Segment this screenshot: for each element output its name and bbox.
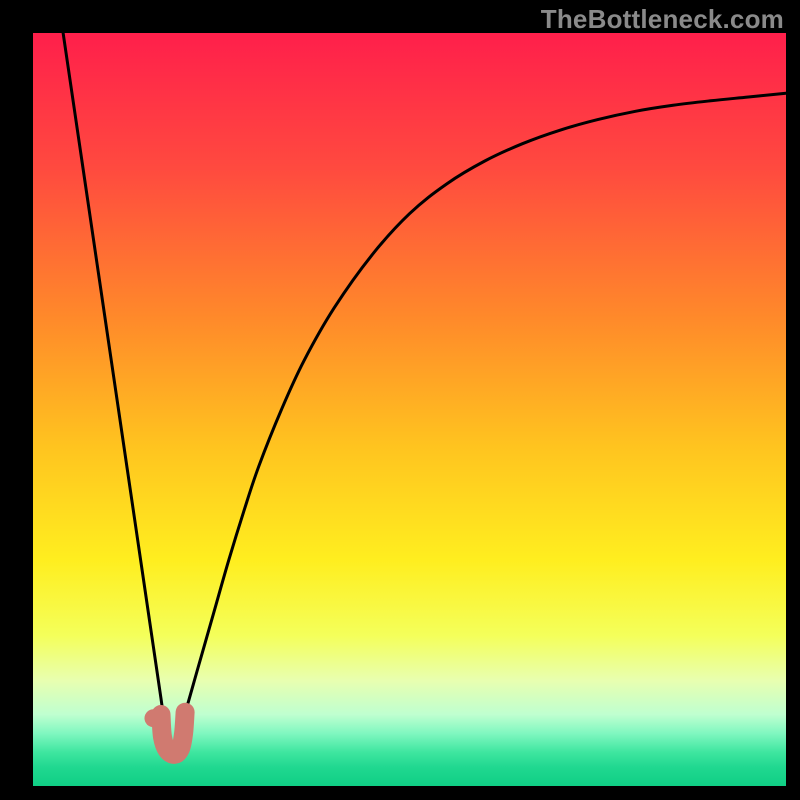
- gradient-background: [33, 33, 786, 786]
- watermark-text: TheBottleneck.com: [541, 4, 784, 35]
- outer-frame: TheBottleneck.com: [0, 0, 800, 800]
- chart-svg: [33, 33, 786, 786]
- plot-area: [33, 33, 786, 786]
